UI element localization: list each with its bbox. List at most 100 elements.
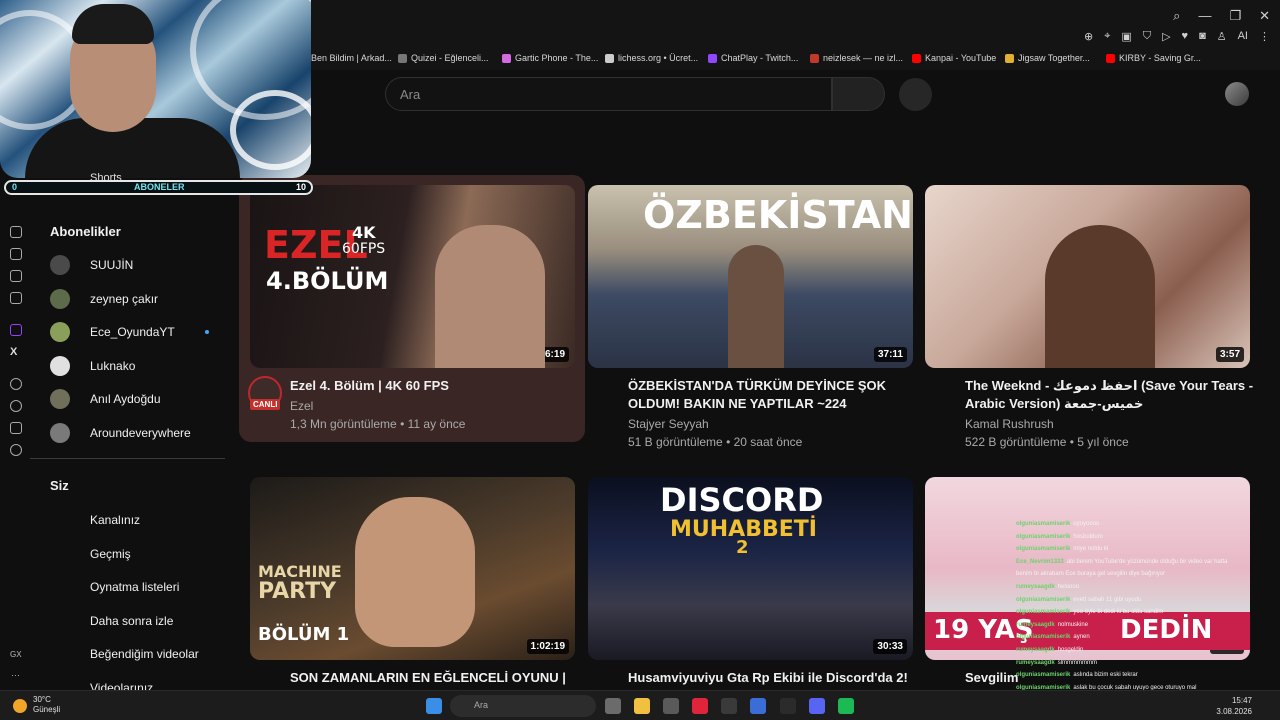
search-tab-icon[interactable]: ⌕ [1173, 8, 1180, 24]
video-channel[interactable]: Stajyer Seyyah [628, 417, 709, 431]
you-title[interactable]: Siz [50, 478, 69, 493]
video-title[interactable]: ÖZBEKİSTAN'DA TÜRKÜM DEYİNCE ŞOK [628, 377, 918, 395]
video-title[interactable]: The Weeknd - احفظ دموعك (Save Your Tears… [965, 377, 1255, 395]
video-card[interactable]: 37:11 ÖZBEKİSTAN ÖZBEKİSTAN'DA TÜRKÜM DEYİ… [588, 185, 913, 449]
bookmark-item[interactable]: Quizei - Eğlenceli... [398, 53, 489, 63]
camera-icon[interactable]: ◙ [1199, 30, 1206, 43]
sidebar-item-subscription[interactable]: Ece_OyundaYT [50, 322, 209, 342]
taskbar-search[interactable]: Ara [450, 695, 596, 717]
bookmark-item[interactable]: KIRBY - Saving Gr... [1106, 53, 1201, 63]
voice-search-button[interactable] [899, 78, 932, 111]
extensions-icon[interactable] [10, 422, 22, 434]
heart-icon[interactable]: ♥ [1182, 30, 1189, 43]
video-title-line2[interactable]: Arabic Version) خميس-جمعة [965, 395, 1255, 413]
channel-name: zeynep çakır [90, 291, 159, 306]
chat-username: olguniasmamiserik [1016, 609, 1071, 616]
vscode-icon[interactable] [750, 698, 766, 714]
ai-icon[interactable]: AI [1238, 30, 1248, 43]
m-icon[interactable] [10, 292, 22, 304]
video-meta: 1,3 Mn görüntüleme • 11 ay önce [290, 417, 466, 431]
sidebar-item-subscription[interactable]: Luknako [50, 355, 135, 376]
sidebar-item-subscription[interactable]: SUUJİN [50, 255, 133, 275]
x-icon[interactable]: X [10, 346, 22, 358]
windows-start-icon[interactable] [426, 698, 442, 714]
thumb-person [1045, 225, 1155, 368]
epic-icon[interactable] [721, 698, 737, 714]
video-thumbnail[interactable]: 3:57 [925, 185, 1250, 368]
search-button[interactable] [832, 77, 885, 111]
minimize-icon[interactable]: — [1198, 8, 1211, 24]
video-channel[interactable]: Ezel [290, 399, 313, 413]
pin-icon[interactable]: ⌖ [1104, 30, 1110, 43]
sidebar-item-subscription[interactable]: Aroundeverywhere [50, 422, 191, 443]
sidebar: Abonelikler SUUJİN zeynep çakır Ece_Oyunda… [30, 210, 235, 695]
store-icon[interactable] [663, 698, 679, 714]
sidebar-divider [30, 458, 225, 459]
bookmark-item[interactable]: Gartic Phone - The... [502, 53, 598, 63]
profile-icon[interactable]: ♙ [1217, 30, 1227, 43]
video-channel[interactable]: Kamal Rushrush [965, 417, 1054, 431]
obs-icon[interactable] [780, 698, 796, 714]
chat-text: aynen [1073, 634, 1090, 641]
play-icon[interactable]: ▷ [1162, 30, 1170, 43]
bookmark-item[interactable]: neizlesek — ne izl... [810, 53, 903, 63]
sun-icon[interactable] [13, 699, 27, 713]
sidebar-item-you[interactable]: Daha sonra izle [90, 614, 173, 628]
chat-text: evett sabah 11 gibi uyudu [1073, 596, 1142, 603]
subscriptions-title[interactable]: Abonelikler [50, 224, 121, 239]
zoom-icon[interactable]: ⊕ [1084, 30, 1093, 43]
account-avatar[interactable] [1225, 82, 1249, 106]
video-card[interactable]: 3:57 The Weeknd - احفظ دموعك (Save Your T… [925, 185, 1253, 449]
close-icon[interactable]: ✕ [1259, 8, 1270, 24]
history-icon[interactable] [10, 226, 22, 238]
store-icon[interactable] [10, 248, 22, 260]
sidebar-item-subscription[interactable]: Anıl Aydoğdu [50, 389, 161, 409]
bookmark-item[interactable]: Kanpai - YouTube [912, 53, 996, 63]
sidebar-item-you[interactable]: Geçmiş [90, 547, 131, 561]
chat-username: rumeysaagdk [1016, 621, 1055, 628]
clock-icon[interactable] [10, 400, 22, 412]
sidebar-item-you[interactable]: Kanalınız [90, 513, 140, 527]
bookmark-favicon-icon [912, 53, 921, 63]
bookmark-item[interactable]: lichess.org • Ücret... [605, 53, 698, 63]
video-thumbnail[interactable]: 37:11 ÖZBEKİSTAN [588, 185, 913, 368]
bookmark-favicon-icon [502, 53, 511, 63]
discord-icon[interactable] [809, 698, 825, 714]
save-icon[interactable]: ▣ [1121, 30, 1131, 43]
spotify-icon[interactable] [838, 698, 854, 714]
file-explorer-icon[interactable] [634, 698, 650, 714]
video-title[interactable]: SON ZAMANLARIN EN EĞLENCELİ OYUNU | [290, 669, 580, 687]
sidebar-item-subscription[interactable]: zeynep çakır [50, 288, 159, 309]
video-card[interactable]: 1:02:19 MACHINE PARTY BÖLÜM 1 SON ZAMANLARIN… [250, 477, 575, 685]
chat-username: olguniasmamiserik [1016, 634, 1071, 641]
taskview-icon[interactable] [605, 698, 621, 714]
opera-gx-icon[interactable] [692, 698, 708, 714]
video-title-line2[interactable]: OLDUM! BAKIN NE YAPTILAR ~224 [628, 395, 918, 413]
video-thumbnail[interactable]: 1:26:19 EZEL 4.BÖLÜM 4K 60FPS [250, 185, 575, 368]
player-icon[interactable] [10, 378, 22, 390]
restore-icon[interactable]: ❐ [1229, 8, 1241, 24]
video-title[interactable]: Ezel 4. Bölüm | 4K 60 FPS [290, 377, 580, 395]
bookmark-item[interactable]: Jigsaw Together... [1005, 53, 1090, 63]
sidebar-item-you[interactable]: Beğendiğim videolar [90, 647, 199, 661]
video-card[interactable]: 30:33 DISCORD MUHABBETİ 2 Husamviyuviyu Gta … [588, 477, 913, 685]
chat-text: aslında bizim eski tekrar [1073, 672, 1138, 679]
bookmark-label: neizlesek — ne izl... [823, 53, 904, 63]
chat-username: Ece_Nevrim1333 [1016, 558, 1064, 565]
video-thumbnail[interactable]: 1:02:19 MACHINE PARTY BÖLÜM 1 [250, 477, 575, 660]
wallet-icon[interactable] [10, 270, 22, 282]
more-icon[interactable]: ··· [11, 670, 20, 680]
bookmark-item[interactable]: Ben Bildim | Arkad... [298, 53, 392, 63]
video-thumbnail[interactable]: 30:33 DISCORD MUHABBETİ 2 [588, 477, 913, 660]
weather-widget[interactable]: 30°C Güneşli [33, 695, 60, 715]
shield-icon[interactable]: ⛉ [1143, 30, 1151, 43]
system-clock[interactable]: 15:47 3.08.2026 [1216, 695, 1252, 717]
search-input[interactable]: Ara [385, 77, 832, 111]
bookmark-item[interactable]: ChatPlay - Twitch... [708, 53, 798, 63]
settings-icon[interactable] [10, 444, 22, 456]
video-title[interactable]: Husamviyuviyu Gta Rp Ekibi ile Discord'd… [628, 669, 918, 687]
menu-icon[interactable]: ⋮ [1259, 30, 1270, 43]
sidebar-item-you[interactable]: Oynatma listeleri [90, 580, 179, 594]
twitch-icon[interactable] [10, 324, 22, 336]
video-card[interactable]: 1:26:19 EZEL 4.BÖLÜM 4K 60FPS Ezel 4. Bölüm |… [250, 185, 575, 431]
